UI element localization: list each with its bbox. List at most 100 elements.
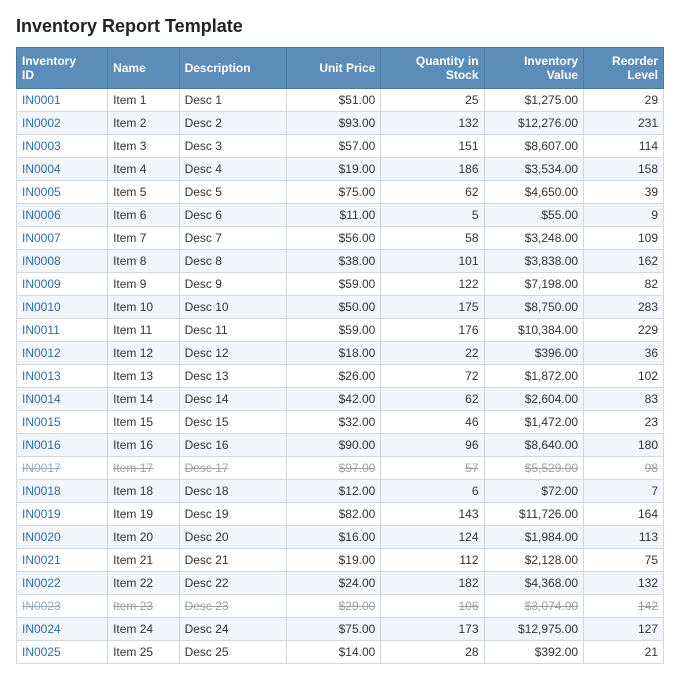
cell-price: $51.00: [287, 89, 381, 112]
cell-name: Item 13: [108, 365, 179, 388]
cell-reorder: 9: [584, 204, 664, 227]
cell-value: $392.00: [484, 641, 584, 664]
cell-qty: 6: [381, 480, 484, 503]
table-row: IN0011Item 11Desc 11$59.00176$10,384.002…: [17, 319, 664, 342]
cell-reorder: 36: [584, 342, 664, 365]
cell-price: $90.00: [287, 434, 381, 457]
cell-id: IN0022: [17, 572, 108, 595]
cell-desc: Desc 21: [179, 549, 287, 572]
cell-price: $29.00: [287, 595, 381, 618]
cell-qty: 132: [381, 112, 484, 135]
cell-name: Item 10: [108, 296, 179, 319]
cell-desc: Desc 23: [179, 595, 287, 618]
cell-value: $7,198.00: [484, 273, 584, 296]
cell-name: Item 24: [108, 618, 179, 641]
table-row: IN0023Item 23Desc 23$29.00106$3,074.0014…: [17, 595, 664, 618]
table-row: IN0016Item 16Desc 16$90.0096$8,640.00180: [17, 434, 664, 457]
cell-id: IN0014: [17, 388, 108, 411]
cell-reorder: 127: [584, 618, 664, 641]
cell-price: $19.00: [287, 549, 381, 572]
cell-name: Item 7: [108, 227, 179, 250]
cell-price: $16.00: [287, 526, 381, 549]
cell-desc: Desc 13: [179, 365, 287, 388]
cell-name: Item 15: [108, 411, 179, 434]
cell-value: $396.00: [484, 342, 584, 365]
cell-id: IN0012: [17, 342, 108, 365]
cell-id: IN0018: [17, 480, 108, 503]
col-header-id: InventoryID: [17, 48, 108, 89]
cell-desc: Desc 4: [179, 158, 287, 181]
table-row: IN0003Item 3Desc 3$57.00151$8,607.00114: [17, 135, 664, 158]
cell-qty: 46: [381, 411, 484, 434]
cell-price: $75.00: [287, 618, 381, 641]
cell-name: Item 19: [108, 503, 179, 526]
table-row: IN0009Item 9Desc 9$59.00122$7,198.0082: [17, 273, 664, 296]
cell-value: $8,750.00: [484, 296, 584, 319]
table-row: IN0015Item 15Desc 15$32.0046$1,472.0023: [17, 411, 664, 434]
cell-reorder: 162: [584, 250, 664, 273]
cell-price: $19.00: [287, 158, 381, 181]
cell-qty: 106: [381, 595, 484, 618]
table-header-row: InventoryID Name Description Unit Price …: [17, 48, 664, 89]
table-row: IN0014Item 14Desc 14$42.0062$2,604.0083: [17, 388, 664, 411]
cell-id: IN0004: [17, 158, 108, 181]
cell-desc: Desc 24: [179, 618, 287, 641]
cell-price: $93.00: [287, 112, 381, 135]
cell-name: Item 21: [108, 549, 179, 572]
cell-desc: Desc 16: [179, 434, 287, 457]
cell-reorder: 132: [584, 572, 664, 595]
cell-value: $10,384.00: [484, 319, 584, 342]
cell-id: IN0017: [17, 457, 108, 480]
cell-id: IN0016: [17, 434, 108, 457]
cell-price: $26.00: [287, 365, 381, 388]
cell-price: $59.00: [287, 273, 381, 296]
page-title: Inventory Report Template: [16, 16, 664, 37]
cell-id: IN0003: [17, 135, 108, 158]
cell-qty: 124: [381, 526, 484, 549]
cell-desc: Desc 20: [179, 526, 287, 549]
cell-qty: 175: [381, 296, 484, 319]
cell-reorder: 29: [584, 89, 664, 112]
cell-name: Item 23: [108, 595, 179, 618]
cell-id: IN0011: [17, 319, 108, 342]
cell-value: $4,650.00: [484, 181, 584, 204]
cell-id: IN0010: [17, 296, 108, 319]
cell-desc: Desc 17: [179, 457, 287, 480]
cell-reorder: 23: [584, 411, 664, 434]
cell-value: $3,248.00: [484, 227, 584, 250]
cell-name: Item 22: [108, 572, 179, 595]
cell-reorder: 98: [584, 457, 664, 480]
cell-value: $12,975.00: [484, 618, 584, 641]
cell-reorder: 21: [584, 641, 664, 664]
table-row: IN0005Item 5Desc 5$75.0062$4,650.0039: [17, 181, 664, 204]
cell-price: $97.00: [287, 457, 381, 480]
cell-desc: Desc 1: [179, 89, 287, 112]
table-row: IN0024Item 24Desc 24$75.00173$12,975.001…: [17, 618, 664, 641]
cell-qty: 58: [381, 227, 484, 250]
cell-desc: Desc 9: [179, 273, 287, 296]
table-row: IN0017Item 17Desc 17$97.0057$5,529.0098: [17, 457, 664, 480]
table-row: IN0019Item 19Desc 19$82.00143$11,726.001…: [17, 503, 664, 526]
cell-desc: Desc 2: [179, 112, 287, 135]
cell-reorder: 180: [584, 434, 664, 457]
cell-desc: Desc 15: [179, 411, 287, 434]
cell-desc: Desc 8: [179, 250, 287, 273]
table-row: IN0004Item 4Desc 4$19.00186$3,534.00158: [17, 158, 664, 181]
cell-id: IN0019: [17, 503, 108, 526]
cell-id: IN0023: [17, 595, 108, 618]
table-row: IN0025Item 25Desc 25$14.0028$392.0021: [17, 641, 664, 664]
cell-price: $11.00: [287, 204, 381, 227]
cell-desc: Desc 11: [179, 319, 287, 342]
cell-id: IN0007: [17, 227, 108, 250]
cell-value: $12,276.00: [484, 112, 584, 135]
cell-id: IN0002: [17, 112, 108, 135]
cell-value: $5,529.00: [484, 457, 584, 480]
cell-desc: Desc 10: [179, 296, 287, 319]
table-row: IN0008Item 8Desc 8$38.00101$3,838.00162: [17, 250, 664, 273]
cell-qty: 112: [381, 549, 484, 572]
table-row: IN0012Item 12Desc 12$18.0022$396.0036: [17, 342, 664, 365]
cell-desc: Desc 18: [179, 480, 287, 503]
cell-price: $32.00: [287, 411, 381, 434]
cell-reorder: 142: [584, 595, 664, 618]
col-header-qty: Quantity inStock: [381, 48, 484, 89]
